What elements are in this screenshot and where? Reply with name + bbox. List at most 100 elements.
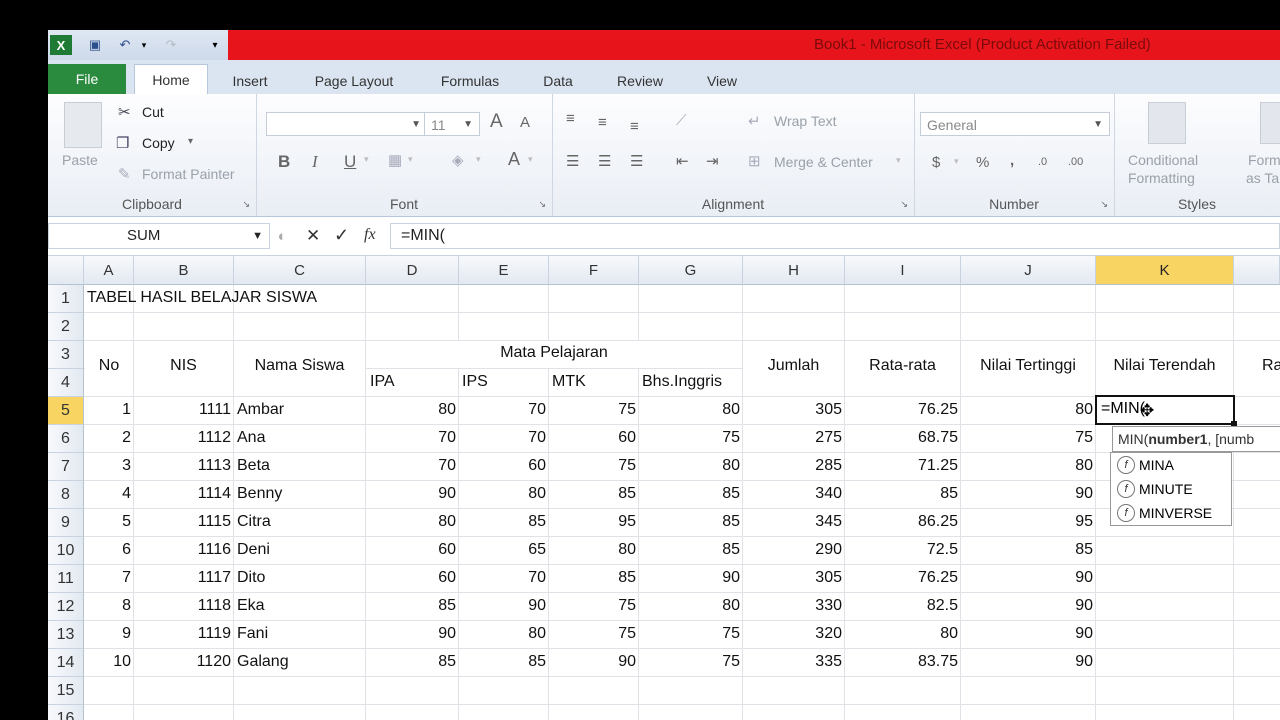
merge-dropdown-icon[interactable]: ▾ xyxy=(896,155,901,166)
column-header[interactable]: C xyxy=(234,256,366,285)
column-header[interactable]: I xyxy=(845,256,961,285)
font-size-combo[interactable]: 11 ▼ xyxy=(424,112,480,136)
currency-button[interactable]: $ xyxy=(932,154,940,171)
tab-data[interactable]: Data xyxy=(532,68,584,94)
cell-nis[interactable]: 1118 xyxy=(48,597,231,615)
column-header[interactable]: G xyxy=(639,256,743,285)
bold-button[interactable]: B xyxy=(278,152,290,172)
align-middle-icon[interactable]: ≡ xyxy=(598,114,607,131)
column-header[interactable]: H xyxy=(743,256,845,285)
copy-dropdown-icon[interactable]: ▾ xyxy=(188,136,193,147)
cell-nis[interactable]: 1112 xyxy=(48,429,231,447)
row-header[interactable]: 3 xyxy=(48,341,84,369)
conditional-formatting-button[interactable]: Conditional xyxy=(1128,152,1198,168)
format-painter-button[interactable]: Format Painter xyxy=(142,166,235,182)
header-bhs-inggris[interactable]: Bhs.Inggris xyxy=(642,373,722,391)
header-nis[interactable]: NIS xyxy=(134,357,233,375)
autocomplete-item-mina[interactable]: f MINA xyxy=(1111,453,1231,477)
autocomplete-item-minute[interactable]: f MINUTE xyxy=(1111,477,1231,501)
row-header[interactable]: 2 xyxy=(48,313,84,341)
cell-nilai-tertinggi[interactable]: 90 xyxy=(893,569,1093,587)
row-header[interactable]: 15 xyxy=(48,677,84,705)
italic-button[interactable]: I xyxy=(312,152,318,172)
autocomplete-item-minverse[interactable]: f MINVERSE xyxy=(1111,501,1231,525)
currency-dropdown-icon[interactable]: ▾ xyxy=(954,156,959,167)
align-center-icon[interactable]: ☰ xyxy=(598,152,611,170)
decrease-indent-icon[interactable]: ⇤ xyxy=(676,152,689,170)
select-all-button[interactable] xyxy=(48,256,84,285)
tab-view[interactable]: View xyxy=(694,68,750,94)
customize-toolbar-icon[interactable]: ▾ xyxy=(208,35,222,55)
align-left-icon[interactable]: ☰ xyxy=(566,152,579,170)
header-ips[interactable]: IPS xyxy=(462,373,488,391)
column-header[interactable]: A xyxy=(84,256,134,285)
cell-nilai-tertinggi[interactable]: 90 xyxy=(893,485,1093,503)
cell-nis[interactable]: 1111 xyxy=(48,401,231,419)
alignment-launcher-icon[interactable]: ↘ xyxy=(900,199,908,210)
header-mtk[interactable]: MTK xyxy=(552,373,586,391)
cell-nis[interactable]: 1119 xyxy=(48,625,231,643)
merge-center-button[interactable]: Merge & Center xyxy=(774,154,873,170)
cell-nilai-tertinggi[interactable]: 80 xyxy=(893,401,1093,419)
wrap-text-button[interactable]: Wrap Text xyxy=(774,113,837,129)
cut-button[interactable]: Cut xyxy=(142,104,164,120)
cell-nis[interactable]: 1117 xyxy=(48,569,231,587)
tab-review[interactable]: Review xyxy=(604,68,676,94)
cell-nis[interactable]: 1116 xyxy=(48,541,231,559)
tab-formulas[interactable]: Formulas xyxy=(428,68,512,94)
format-as-table-button[interactable]: Format xyxy=(1248,152,1280,168)
grow-font-icon[interactable]: A xyxy=(490,111,503,133)
number-launcher-icon[interactable]: ↘ xyxy=(1100,199,1108,210)
cell-nis[interactable]: 1120 xyxy=(48,653,231,671)
column-header[interactable]: J xyxy=(961,256,1096,285)
redo-icon[interactable]: ↷ xyxy=(160,35,182,55)
font-color-dropdown-icon[interactable]: ▾ xyxy=(528,154,533,165)
cell-nilai-tertinggi[interactable]: 90 xyxy=(893,653,1093,671)
undo-dropdown-icon[interactable]: ▾ xyxy=(138,35,150,55)
underline-dropdown-icon[interactable]: ▾ xyxy=(364,154,369,165)
conditional-formatting-button-line2[interactable]: Formatting xyxy=(1128,170,1195,186)
cell-nis[interactable]: 1114 xyxy=(48,485,231,503)
row-header[interactable]: 16 xyxy=(48,705,84,720)
function-tooltip[interactable]: MIN(number1, [numb xyxy=(1112,426,1280,452)
format-as-table-icon[interactable] xyxy=(1260,102,1280,144)
header-nilai-tertinggi[interactable]: Nilai Tertinggi xyxy=(961,357,1095,375)
font-name-combo[interactable]: ▼ xyxy=(266,112,428,136)
column-header[interactable]: E xyxy=(459,256,549,285)
font-color-icon[interactable]: A xyxy=(508,149,520,170)
column-header[interactable]: F xyxy=(549,256,639,285)
formula-input[interactable]: =MIN( xyxy=(390,223,1280,249)
header-next-cut[interactable]: Ra xyxy=(1262,357,1280,375)
decrease-decimal-button[interactable]: .00 xyxy=(1068,156,1083,168)
increase-decimal-button[interactable]: .0 xyxy=(1038,156,1047,168)
orientation-icon[interactable]: ⟋ xyxy=(676,112,687,129)
borders-icon[interactable]: ▦ xyxy=(388,151,402,169)
fill-dropdown-icon[interactable]: ▾ xyxy=(476,154,481,165)
worksheet-grid[interactable]: A B C D E F G H I J K 1 2 3 4 5 6 7 8 9 … xyxy=(48,256,1280,720)
header-jumlah[interactable]: Jumlah xyxy=(743,357,844,375)
copy-button[interactable]: Copy xyxy=(142,135,175,151)
header-nama[interactable]: Nama Siswa xyxy=(234,357,365,375)
column-header[interactable]: B xyxy=(134,256,234,285)
borders-dropdown-icon[interactable]: ▾ xyxy=(408,154,413,165)
align-bottom-icon[interactable]: ≡ xyxy=(630,118,639,135)
active-cell-editor[interactable]: =MIN( xyxy=(1095,395,1237,427)
font-launcher-icon[interactable]: ↘ xyxy=(538,199,546,210)
enter-icon[interactable]: ✓ xyxy=(334,225,349,246)
cell-nilai-tertinggi[interactable]: 90 xyxy=(893,625,1093,643)
shrink-font-icon[interactable]: A xyxy=(520,114,530,131)
align-top-icon[interactable]: ≡ xyxy=(566,110,575,127)
row-header[interactable]: 4 xyxy=(48,369,84,397)
tab-insert[interactable]: Insert xyxy=(220,68,280,94)
cell-nis[interactable]: 1113 xyxy=(48,457,231,475)
clipboard-launcher-icon[interactable]: ↘ xyxy=(242,199,250,210)
header-ipa[interactable]: IPA xyxy=(370,373,395,391)
column-header[interactable]: D xyxy=(366,256,459,285)
format-as-table-button-line2[interactable]: as Table xyxy=(1246,170,1280,186)
tab-home[interactable]: Home xyxy=(134,64,208,95)
column-header[interactable] xyxy=(1234,256,1280,285)
fill-color-icon[interactable]: ◈ xyxy=(452,151,464,169)
undo-icon[interactable]: ↶ xyxy=(114,35,136,55)
header-no[interactable]: No xyxy=(85,357,133,375)
name-box[interactable]: SUM ▼ xyxy=(48,223,270,249)
